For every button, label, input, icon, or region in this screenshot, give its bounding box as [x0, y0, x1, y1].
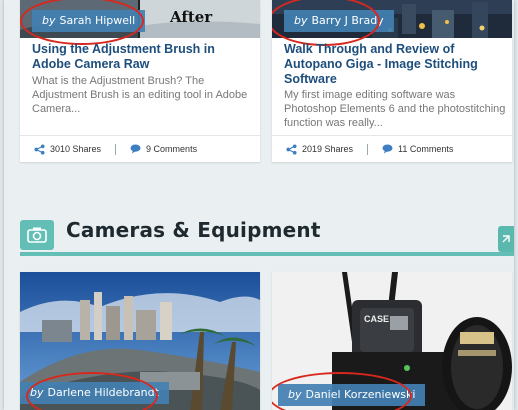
- section-title[interactable]: Cameras & Equipment: [66, 218, 321, 242]
- author-name[interactable]: Sarah Hipwell: [60, 14, 136, 27]
- shares-link[interactable]: 2019 Shares: [286, 143, 354, 155]
- article-title[interactable]: Walk Through and Review of Autopano Giga…: [284, 42, 504, 87]
- by-label: by: [30, 386, 44, 399]
- comments-link[interactable]: 11 Comments: [382, 144, 453, 154]
- author-name[interactable]: Daniel Korzeniewski: [306, 388, 416, 401]
- comments-link[interactable]: 9 Comments: [130, 144, 197, 154]
- shares-count: 3010 Shares: [50, 144, 102, 154]
- author-badge[interactable]: by Darlene Hildebrandt: [20, 382, 169, 404]
- article-feed: After by Sarah Hipwell Using the Adjustme…: [4, 0, 514, 410]
- shares-count: 2019 Shares: [302, 144, 354, 154]
- author-name[interactable]: Darlene Hildebrandt: [48, 386, 159, 399]
- article-excerpt: My first image editing software was Phot…: [284, 89, 506, 129]
- author-badge[interactable]: by Daniel Korzeniewski: [278, 384, 426, 406]
- author-name[interactable]: Barry J Brady: [312, 14, 384, 27]
- section-header-cameras-equipment: Cameras & Equipment: [20, 212, 514, 256]
- comments-count: 9 Comments: [146, 144, 198, 154]
- expand-icon: [502, 235, 510, 243]
- section-divider: [20, 252, 514, 256]
- by-label: by: [42, 14, 56, 27]
- shares-link[interactable]: 3010 Shares: [34, 143, 102, 155]
- brand-label: CASE: [364, 314, 389, 324]
- article-card-adjustment-brush[interactable]: After by Sarah Hipwell Using the Adjustme…: [20, 0, 260, 162]
- comment-icon: [382, 144, 393, 154]
- share-icon: [286, 143, 297, 155]
- article-title[interactable]: Using the Adjustment Brush in Adobe Came…: [32, 42, 252, 72]
- article-card-las-vegas[interactable]: by Darlene Hildebrandt: [20, 272, 260, 410]
- article-card-autopano-giga[interactable]: by Barry J Brady Walk Through and Review …: [272, 0, 512, 162]
- by-label: by: [288, 388, 302, 401]
- share-icon: [34, 143, 45, 155]
- camera-icon: [20, 220, 54, 250]
- after-label: After: [169, 8, 213, 26]
- footer-divider: [367, 143, 369, 155]
- comment-icon: [130, 144, 141, 154]
- article-excerpt: What is the Adjustment Brush? The Adjust…: [32, 75, 248, 115]
- comments-count: 11 Comments: [398, 144, 454, 154]
- expand-tab[interactable]: [498, 226, 514, 252]
- author-badge[interactable]: by Barry J Brady: [284, 10, 394, 32]
- article-footer: 3010 Shares 9 Comments: [20, 135, 260, 162]
- author-badge[interactable]: by Sarah Hipwell: [32, 10, 146, 32]
- by-label: by: [294, 14, 308, 27]
- footer-divider: [115, 143, 117, 155]
- article-footer: 2019 Shares 11 Comments: [272, 135, 512, 162]
- article-card-camera-gear[interactable]: CASE by Daniel Korzeniewski: [272, 272, 512, 410]
